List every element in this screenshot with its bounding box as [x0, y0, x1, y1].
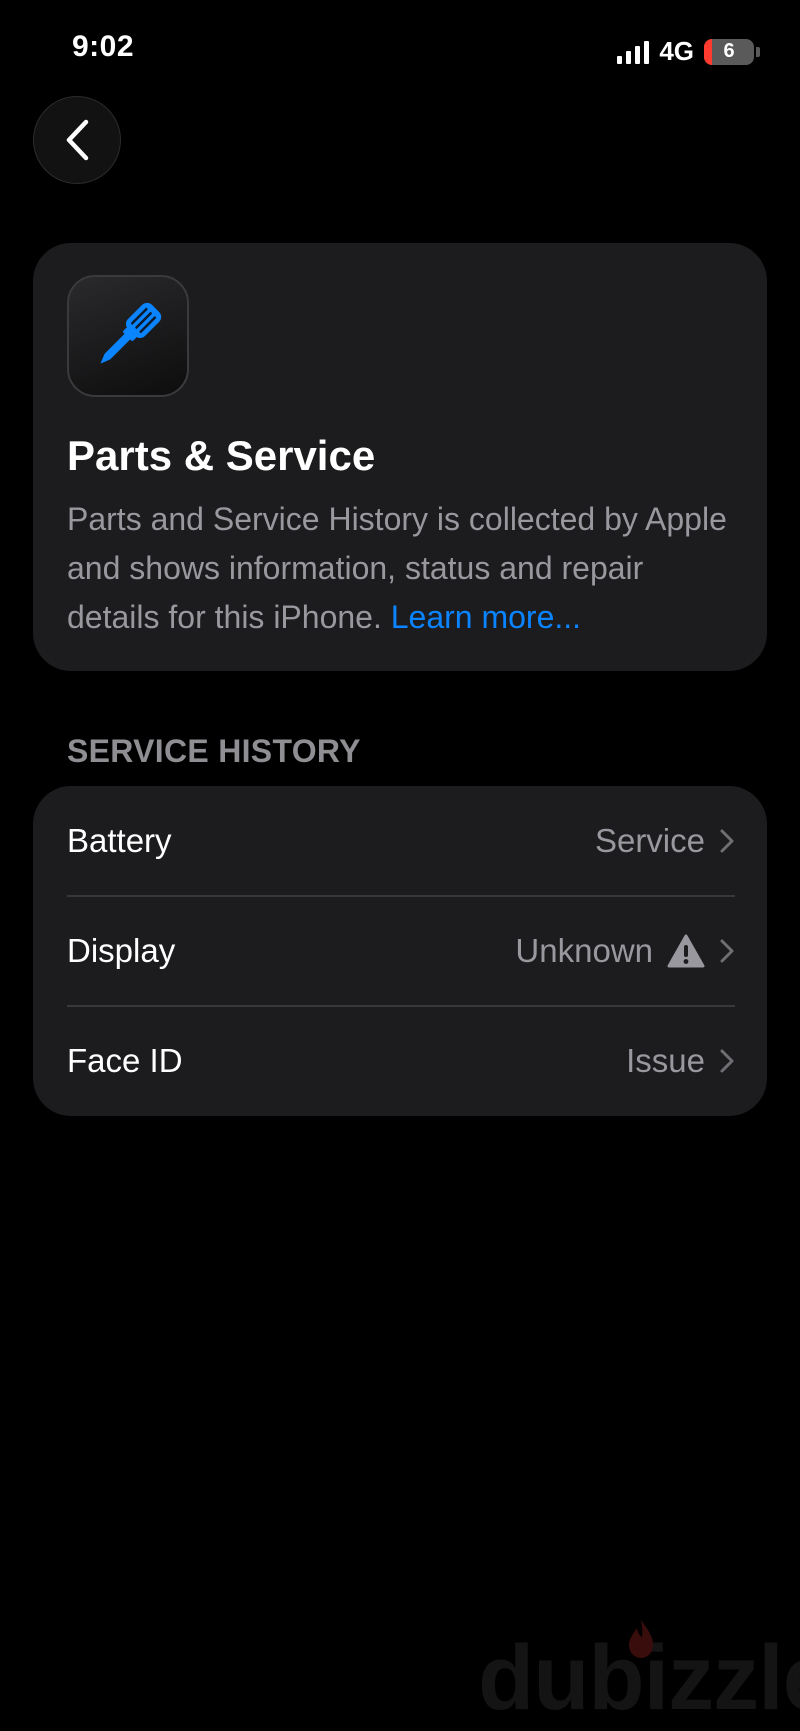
list-item-face-id[interactable]: Face ID Issue [33, 1006, 767, 1116]
page-title: Parts & Service [67, 432, 376, 479]
service-history-list: Battery Service Display Unknown Face ID … [33, 786, 767, 1116]
row-label: Battery [67, 822, 172, 859]
section-header-service-history: SERVICE HISTORY [67, 733, 361, 769]
status-bar: 9:02 4G 6 [0, 0, 800, 100]
screwdriver-icon [67, 275, 189, 397]
cellular-signal-icon [617, 40, 650, 64]
parts-service-info-card: Parts & Service Parts and Service Histor… [33, 243, 767, 671]
row-label: Face ID [67, 1042, 183, 1079]
battery-icon: 6 [704, 38, 754, 65]
row-value: Service [594, 822, 705, 859]
chevron-left-icon [66, 119, 89, 161]
row-value: Issue [626, 1042, 705, 1079]
warning-icon [667, 934, 705, 968]
back-button[interactable] [33, 96, 121, 184]
status-indicators: 4G 6 [617, 36, 760, 67]
status-time: 9:02 [72, 30, 135, 63]
list-item-battery[interactable]: Battery Service [33, 786, 767, 896]
row-value: Unknown [515, 932, 653, 969]
chevron-right-icon [720, 939, 734, 963]
chevron-right-icon [720, 1049, 734, 1073]
info-description: Parts and Service History is collected b… [67, 495, 733, 642]
network-type: 4G [659, 36, 694, 66]
dubizzle-watermark: dubizzle [478, 1620, 800, 1728]
learn-more-link[interactable]: Learn more... [391, 599, 581, 635]
list-item-display[interactable]: Display Unknown [33, 896, 767, 1006]
chevron-right-icon [720, 829, 734, 853]
battery-level: 6 [723, 40, 735, 62]
flame-logo-icon [629, 1620, 653, 1658]
row-label: Display [67, 932, 176, 969]
